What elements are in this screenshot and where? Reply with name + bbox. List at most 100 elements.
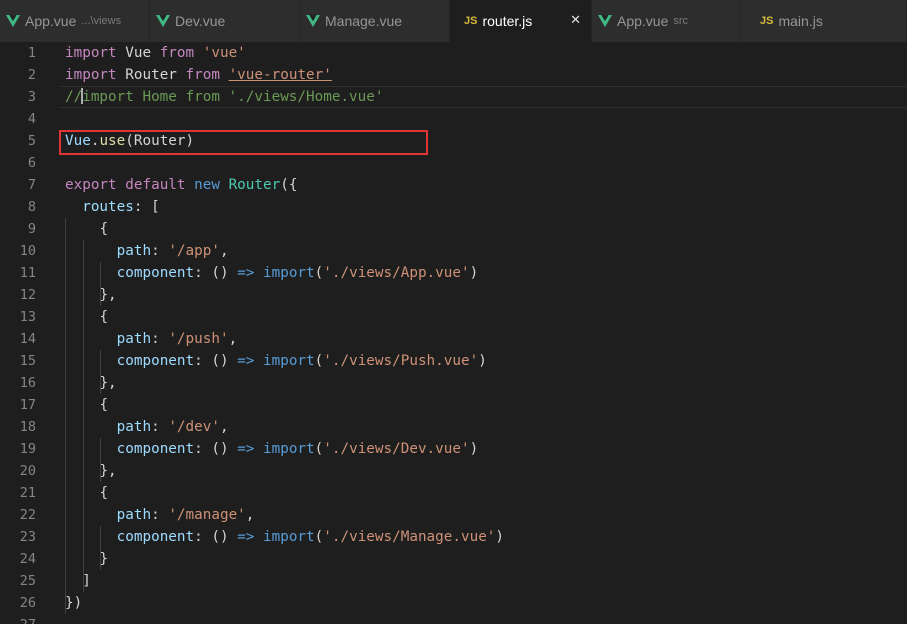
code-text: import Vue from 'vue' [65, 42, 246, 64]
code-token: './views/Dev.vue' [323, 441, 470, 457]
indent-guide [65, 218, 66, 614]
code-token: import [263, 353, 315, 369]
code-token: component [116, 353, 195, 369]
code-line: 24 } [0, 548, 907, 570]
code-line: 16 }, [0, 372, 907, 394]
code-token: import [65, 67, 117, 83]
code-token: import [65, 45, 117, 61]
tab-label: App.vue [617, 13, 669, 29]
code-token: : [ [133, 199, 160, 215]
code-token: : () [194, 265, 238, 281]
code-token: '/dev' [168, 419, 220, 435]
code-line: 19 component: () => import('./views/Dev.… [0, 438, 907, 460]
indent-guide [83, 240, 84, 592]
code-token: component [116, 529, 195, 545]
code-token: , [219, 243, 229, 259]
code-text: { [65, 218, 108, 240]
code-token: { [99, 397, 109, 413]
code-line: 11 component: () => import('./views/App.… [0, 262, 907, 284]
code-token: path [116, 243, 152, 259]
line-number: 13 [19, 309, 36, 325]
tab-bar: App.vue ...\views Dev.vue Manage.vue JS … [0, 0, 907, 42]
code-text: { [65, 306, 108, 328]
tab-manage-vue[interactable]: Manage.vue [300, 0, 450, 42]
tab-description: src [673, 15, 689, 27]
indent-guide [100, 526, 101, 570]
code-token: import [263, 441, 315, 457]
code-token: ( [314, 353, 324, 369]
code-token: => [237, 265, 255, 281]
vue-icon [156, 15, 170, 27]
code-token: ( [314, 265, 324, 281]
code-line: 23 component: () => import('./views/Mana… [0, 526, 907, 548]
line-number: 25 [19, 573, 36, 589]
code-line: 15 component: () => import('./views/Push… [0, 350, 907, 372]
code-token: '/manage' [168, 507, 246, 523]
code-text: //import Home from './views/Home.vue' [65, 86, 383, 108]
code-text: component: () => import('./views/App.vue… [65, 262, 479, 284]
tab-label: router.js [482, 13, 533, 29]
tab-dev-vue[interactable]: Dev.vue [150, 0, 300, 42]
code-line: 26}) [0, 592, 907, 614]
code-token: ) [495, 529, 505, 545]
code-line: 3 //import Home from './views/Home.vue' [0, 86, 907, 108]
code-token: : [151, 331, 169, 347]
code-text: }, [65, 460, 116, 482]
code-token: => [237, 529, 255, 545]
line-number: 3 [27, 89, 36, 105]
tab-router-js[interactable]: JS router.js ✕ [450, 0, 592, 42]
code-token: : () [194, 441, 238, 457]
js-icon: JS [760, 15, 774, 27]
text-cursor [81, 88, 84, 104]
code-line: 27 [0, 614, 907, 624]
code-token: './views/Push.vue' [323, 353, 479, 369]
code-token: }) [65, 595, 83, 611]
vue-icon [598, 15, 612, 27]
code-token: './views/App.vue' [323, 265, 470, 281]
code-token: { [99, 221, 109, 237]
code-text: component: () => import('./views/Dev.vue… [65, 438, 479, 460]
code-editor[interactable]: 1 import Vue from 'vue' 2 import Router fro… [0, 42, 907, 624]
code-text: } [65, 548, 108, 570]
code-text: ] [65, 570, 91, 592]
code-line: 10 path: '/app', [0, 240, 907, 262]
tab-app-vue-src[interactable]: App.vue src [592, 0, 740, 42]
code-token: { [99, 309, 109, 325]
tab-label: App.vue [25, 13, 77, 29]
code-token: Router [228, 177, 281, 193]
tab-main-js[interactable]: JS main.js [740, 0, 907, 42]
close-icon[interactable]: ✕ [570, 13, 581, 28]
code-line: 6 [0, 152, 907, 174]
line-number: 1 [27, 45, 36, 61]
line-number: 23 [19, 529, 36, 545]
code-line: 7 export default new Router({ [0, 174, 907, 196]
code-token: ) [469, 265, 479, 281]
line-number: 21 [19, 485, 36, 501]
line-number: 7 [27, 177, 36, 193]
code-line: 22 path: '/manage', [0, 504, 907, 526]
code-text: routes: [ [65, 196, 160, 218]
code-line: 4 [0, 108, 907, 130]
line-number: 5 [27, 133, 36, 149]
code-token: component [116, 265, 195, 281]
code-token: 'vue' [202, 45, 246, 61]
line-number: 8 [27, 199, 36, 215]
vue-icon [306, 15, 320, 27]
line-number: 27 [0, 614, 36, 624]
code-token: , [219, 419, 229, 435]
code-token: Vue [125, 45, 152, 61]
code-token: (Router) [125, 133, 195, 149]
code-text: component: () => import('./views/Manage.… [65, 526, 504, 548]
tab-app-vue-views[interactable]: App.vue ...\views [0, 0, 150, 42]
code-line: 8 routes: [ [0, 196, 907, 218]
line-number: 17 [19, 397, 36, 413]
code-line: 13 { [0, 306, 907, 328]
code-token: : [151, 243, 169, 259]
code-token: ) [478, 353, 487, 369]
code-line: 5 Vue.use(Router) [0, 130, 907, 152]
code-token: ) [469, 441, 479, 457]
line-number: 14 [19, 331, 36, 347]
tab-label: Dev.vue [175, 13, 226, 29]
code-text: }, [65, 284, 116, 306]
code-token: new [194, 177, 220, 193]
